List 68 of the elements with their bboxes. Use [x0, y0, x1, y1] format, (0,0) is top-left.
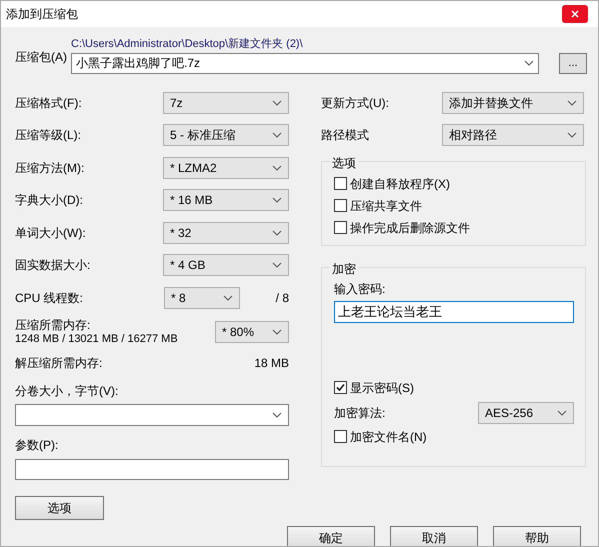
chevron-down-icon — [557, 410, 567, 416]
checkbox[interactable] — [334, 381, 347, 394]
setting-label: 压缩所需内存: — [15, 318, 92, 332]
chevron-down-icon — [223, 294, 233, 301]
password-field[interactable]: 上老王论坛当老王 — [334, 300, 574, 322]
checkbox-label: 创建自释放程序(X) — [350, 176, 450, 192]
chevron-down-icon — [567, 132, 577, 138]
chevron-down-icon — [272, 197, 282, 204]
close-icon — [571, 10, 579, 18]
setting-label: 更新方式(U): — [321, 94, 390, 112]
parameters-label: 参数(P): — [15, 437, 60, 454]
browse-button[interactable]: ... — [559, 52, 587, 74]
checkbox[interactable] — [334, 221, 347, 234]
dropdown[interactable]: * LZMA2 — [163, 156, 289, 179]
dropdown[interactable]: 5 - 标准压缩 — [163, 124, 289, 146]
setting-label: 单词大小(W): — [15, 224, 86, 242]
dialog-button[interactable]: 确定 — [287, 526, 375, 546]
password-label: 输入密码: — [334, 280, 386, 298]
archive-name-combo[interactable]: 小黑子露出鸡脚了吧.7z — [71, 52, 539, 74]
parameters-field[interactable] — [15, 459, 289, 480]
archive-label: 压缩包(A) — [15, 49, 67, 66]
dropdown[interactable]: 添加并替换文件 — [442, 92, 584, 114]
dialog-button[interactable]: 取消 — [390, 526, 478, 546]
checkbox-label: 操作完成后删除源文件 — [350, 220, 470, 236]
memory-usage-text: 1248 MB / 13021 MB / 16277 MB — [15, 332, 178, 346]
chevron-down-icon — [272, 412, 282, 418]
group-title: 加密 — [330, 260, 358, 278]
chevron-down-icon — [272, 100, 282, 106]
checkbox-label: 压缩共享文件 — [350, 198, 422, 214]
window-title: 添加到压缩包 — [6, 6, 78, 23]
setting-label: 压缩等级(L): — [15, 127, 81, 144]
dropdown[interactable]: * 4 GB — [163, 254, 289, 276]
chevron-down-icon — [524, 60, 534, 66]
checkbox[interactable] — [334, 199, 347, 212]
chevron-down-icon — [272, 262, 282, 268]
dialog-button[interactable]: 选项 — [15, 496, 104, 520]
checkbox-label: 显示密码(S) — [350, 380, 414, 396]
setting-label: 压缩方法(M): — [15, 160, 84, 177]
dropdown[interactable]: AES-256 — [478, 402, 574, 424]
setting-label: 字典大小(D): — [15, 192, 83, 210]
dropdown[interactable]: * 8 — [164, 286, 240, 309]
encryption-method-label: 加密算法: — [334, 404, 386, 422]
thread-max-text: / 8 — [276, 290, 289, 307]
setting-label: 固实数据大小: — [15, 257, 90, 274]
chevron-down-icon — [567, 100, 577, 106]
setting-label: 路径模式 — [321, 126, 370, 144]
chevron-down-icon — [272, 132, 282, 138]
checkmark-icon — [336, 383, 345, 392]
archive-path: C:\Users\Administrator\Desktop\新建文件夹 (2)\ — [71, 36, 304, 52]
chevron-down-icon — [272, 230, 282, 236]
chevron-down-icon — [272, 164, 282, 171]
chevron-down-icon — [272, 329, 282, 335]
checkbox[interactable] — [334, 177, 347, 190]
close-button[interactable] — [562, 5, 588, 23]
checkbox-label: 加密文件名(N) — [350, 428, 427, 446]
dialog-button[interactable]: 帮助 — [493, 526, 581, 546]
volume-label: 分卷大小，字节(V): — [15, 383, 120, 400]
dropdown[interactable]: * 16 MB — [163, 189, 289, 212]
setting-label: CPU 线程数: — [15, 290, 84, 307]
dropdown[interactable]: * 80% — [215, 321, 289, 343]
dropdown[interactable]: 7z — [163, 92, 289, 114]
dropdown[interactable]: * 32 — [163, 222, 289, 244]
dropdown[interactable]: 相对路径 — [442, 124, 584, 146]
setting-label: 压缩格式(F): — [15, 94, 82, 112]
setting-label: 解压缩所需内存: — [15, 355, 102, 372]
checkbox[interactable] — [334, 430, 347, 443]
dropdown[interactable] — [15, 404, 289, 426]
decompress-memory-value: 18 MB — [254, 355, 289, 372]
